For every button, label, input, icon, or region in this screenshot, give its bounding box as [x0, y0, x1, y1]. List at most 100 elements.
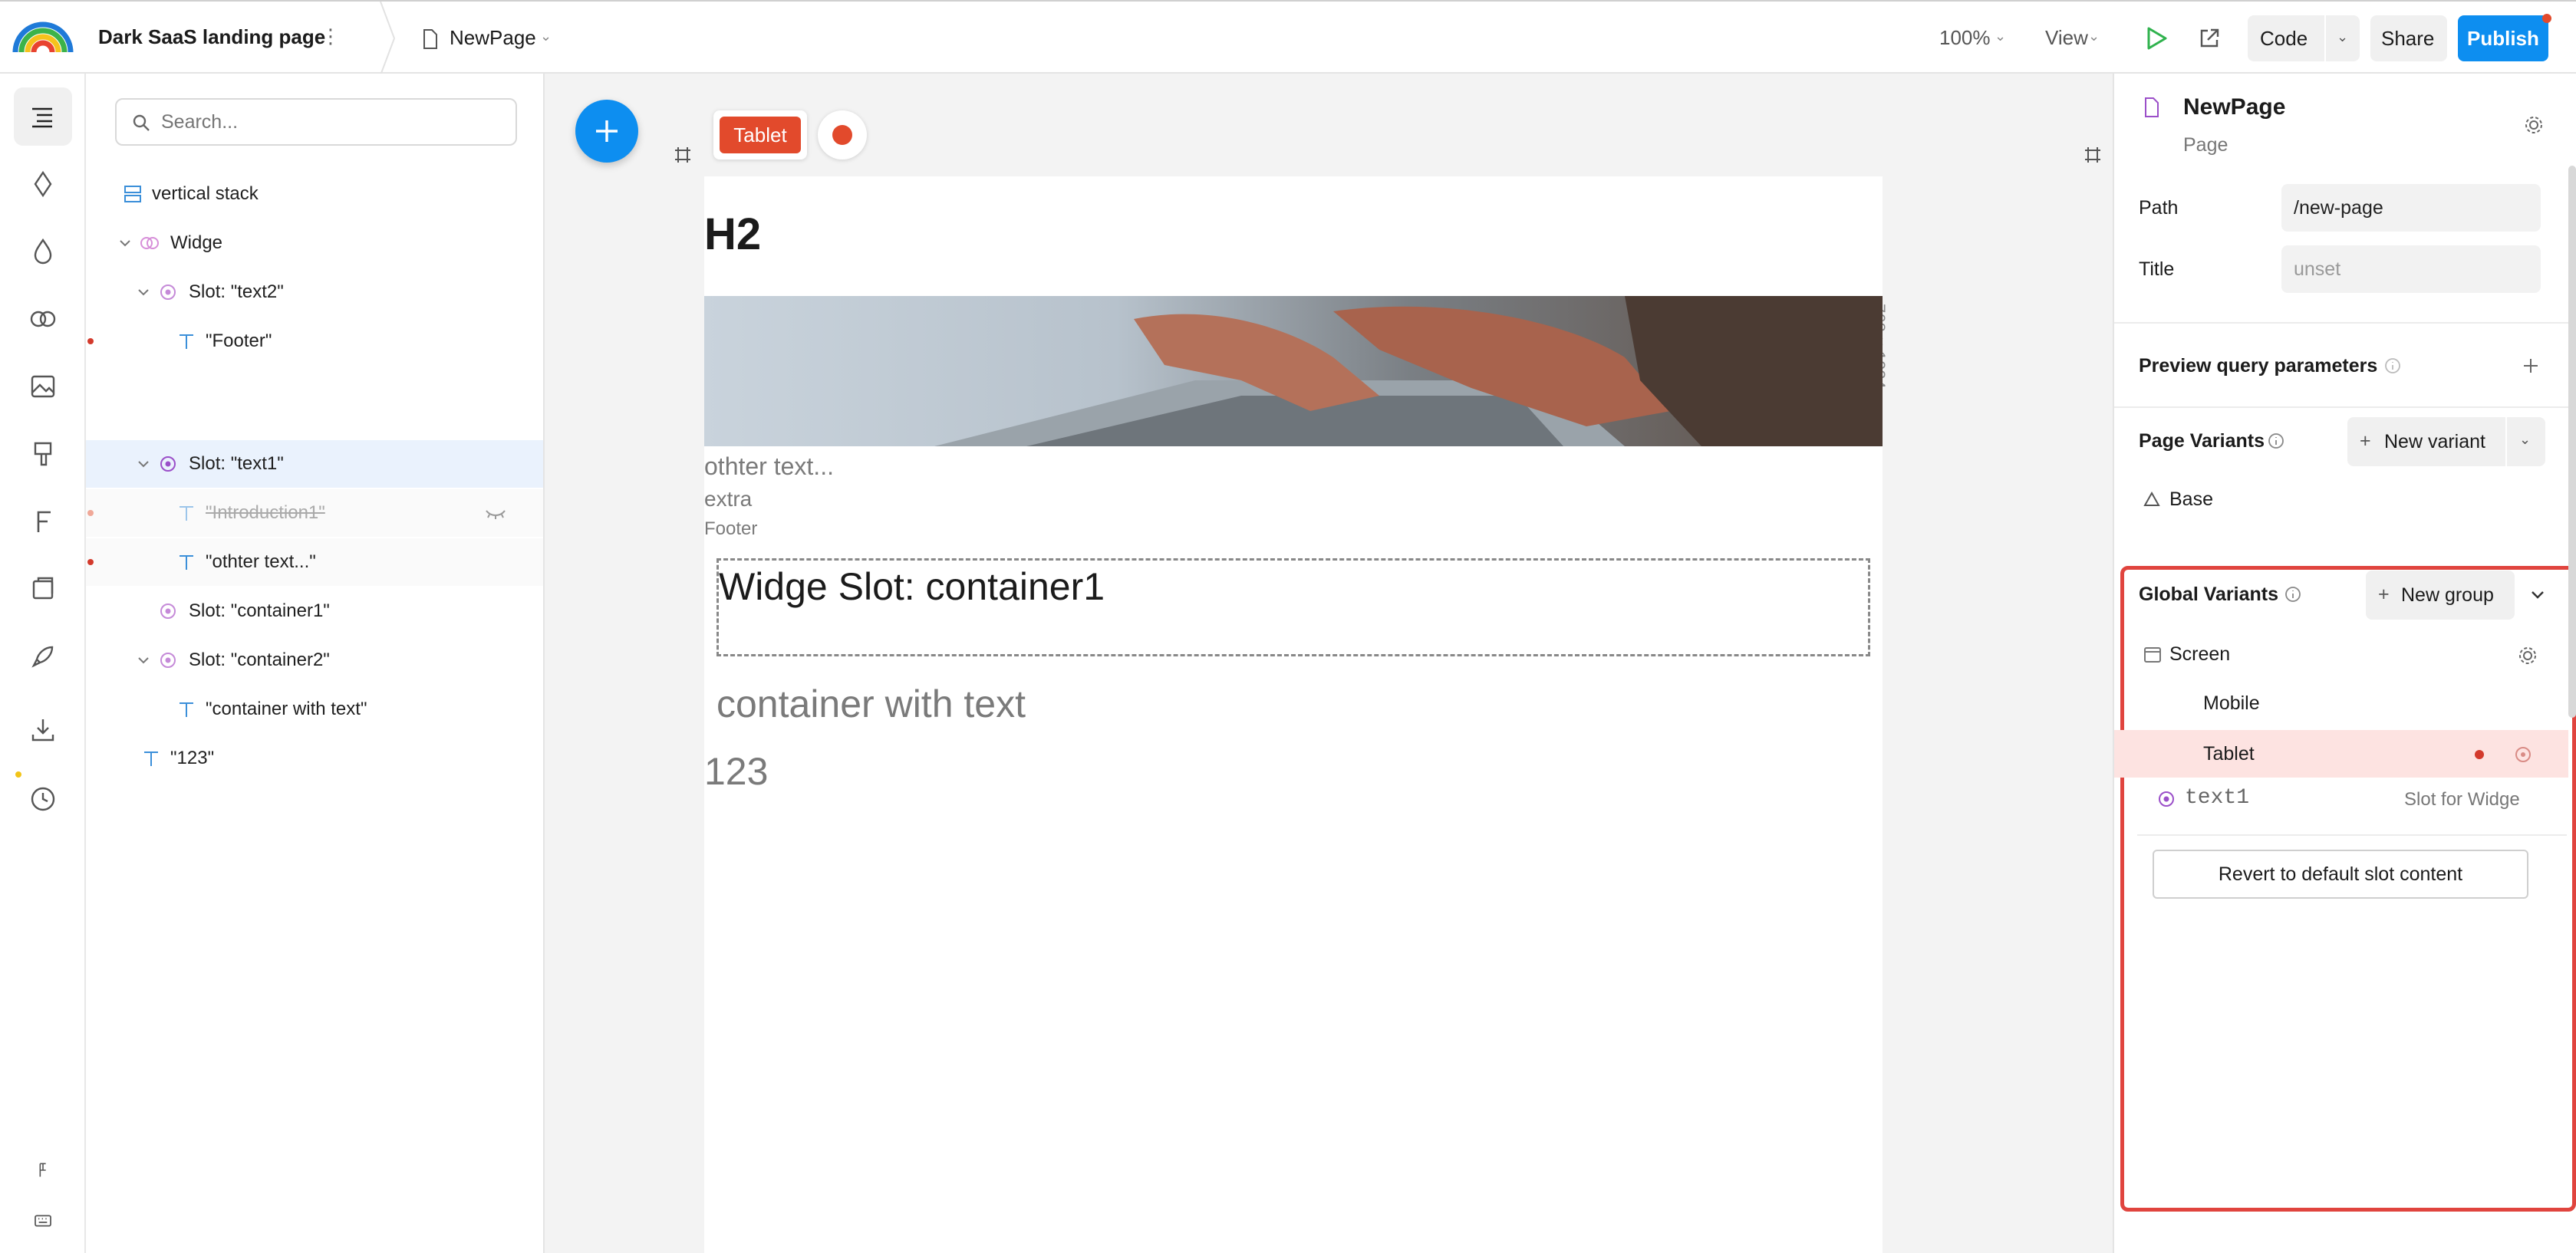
view-menu[interactable]: View: [2045, 26, 2088, 49]
insert-button[interactable]: [575, 100, 638, 163]
figma-icon[interactable]: [14, 1153, 72, 1187]
revert-slot-button[interactable]: Revert to default slot content: [2153, 850, 2528, 899]
code-dropdown-button[interactable]: ⌄: [2326, 15, 2360, 61]
eye-icon[interactable]: [2513, 745, 2533, 764]
plus-icon: +: [2378, 584, 2390, 605]
chevron-down-icon: ⌄: [2519, 432, 2532, 447]
zoom-chevron-icon[interactable]: ⌄: [1995, 25, 2006, 48]
info-icon[interactable]: [2284, 586, 2301, 603]
tree-item-label: vertical stack: [152, 183, 259, 204]
tree-item-slot-text2[interactable]: Slot: "text2": [86, 268, 543, 316]
play-icon[interactable]: [2145, 26, 2168, 51]
eye-hidden-icon[interactable]: [485, 508, 506, 520]
tree-item-container-with-text[interactable]: "container with text": [86, 686, 543, 733]
share-button[interactable]: Share: [2370, 15, 2447, 61]
tablet-variant-badge[interactable]: Tablet: [720, 117, 801, 153]
title-input[interactable]: unset: [2281, 245, 2541, 293]
info-icon[interactable]: [2268, 432, 2284, 449]
info-icon[interactable]: [2384, 357, 2401, 374]
gear-icon[interactable]: [2524, 115, 2544, 135]
chevron-down-icon[interactable]: [135, 455, 152, 472]
tokens-drop-icon[interactable]: [14, 222, 72, 281]
zoom-selector[interactable]: 100%: [1939, 26, 1991, 49]
othter-text[interactable]: othter text...: [704, 451, 834, 482]
import-icon[interactable]: [14, 701, 72, 759]
components-icon[interactable]: [14, 155, 72, 213]
search-box[interactable]: [115, 98, 517, 146]
search-input[interactable]: [161, 107, 499, 136]
panel-scrollbar[interactable]: [2568, 166, 2576, 718]
tree-item-label: Widge: [170, 232, 223, 253]
chevron-down-icon[interactable]: ⌄: [540, 25, 552, 48]
new-variant-dropdown[interactable]: ⌄: [2507, 417, 2545, 466]
history-clock-icon[interactable]: [14, 770, 72, 828]
tree-item-123[interactable]: "123": [86, 735, 543, 782]
slot-container1-placeholder[interactable]: Widge Slot: container1: [716, 558, 1870, 656]
outline-icon[interactable]: [14, 87, 72, 146]
vertical-stack-icon: [124, 186, 141, 202]
page-name[interactable]: NewPage: [2183, 94, 2285, 121]
view-chevron-icon[interactable]: ⌄: [2088, 25, 2100, 48]
recording-dot-icon[interactable]: [2475, 750, 2484, 759]
title-label: Title: [2139, 258, 2175, 280]
tree-item-introduction1[interactable]: "Introduction1": [86, 489, 543, 537]
chevron-down-icon[interactable]: [135, 652, 152, 669]
tree-item-widge[interactable]: Widge: [86, 219, 543, 267]
chevron-down-icon[interactable]: [117, 235, 133, 252]
tree-item-othter-text[interactable]: "othter text...": [86, 538, 543, 586]
laptop-hands-image[interactable]: [704, 296, 1883, 446]
text-icon: [180, 702, 193, 717]
tablet-variant-label: Tablet: [2203, 743, 2255, 765]
tree-item-label: Slot: "text1": [189, 453, 284, 474]
extra-text[interactable]: extra: [704, 486, 752, 512]
page-variants-label: Page Variants: [2139, 430, 2265, 452]
tree-item-slot-text1[interactable]: Slot: "text1": [86, 440, 543, 488]
preview-query-label: Preview query parameters: [2139, 355, 2378, 377]
container-with-text[interactable]: container with text: [716, 681, 1026, 727]
divider: [2114, 406, 2576, 408]
publish-notification-dot: [2542, 14, 2551, 23]
page-selector[interactable]: NewPage: [450, 26, 536, 49]
artboard-handle-icon[interactable]: [674, 146, 692, 164]
code-button[interactable]: Code: [2248, 15, 2324, 61]
publish-button[interactable]: Publish: [2458, 14, 2551, 61]
slot-icon: [160, 603, 176, 619]
number-text[interactable]: 123: [704, 748, 768, 794]
screen-group-label[interactable]: Screen: [2169, 643, 2230, 666]
tree-item-slot-container1[interactable]: Slot: "container1": [86, 587, 543, 635]
new-variant-button[interactable]: + New variant: [2347, 417, 2505, 466]
artboard-handle-icon[interactable]: [2084, 146, 2102, 164]
tree-item-label: "othter text...": [206, 551, 316, 572]
keyboard-icon[interactable]: [14, 1204, 72, 1238]
images-icon[interactable]: [14, 357, 72, 416]
collapse-chevron-icon[interactable]: [2528, 586, 2547, 604]
tree-item-footer[interactable]: "Footer": [86, 317, 543, 365]
fonts-icon[interactable]: [14, 492, 72, 551]
pages-icon[interactable]: [14, 560, 72, 618]
heading-h2[interactable]: H2: [704, 210, 761, 259]
tree-item-vertical-stack[interactable]: vertical stack: [86, 170, 543, 218]
mixins-icon[interactable]: [14, 290, 72, 348]
project-menu-icon[interactable]: ⋮: [321, 25, 341, 48]
open-external-icon[interactable]: [2199, 28, 2220, 49]
record-button[interactable]: [818, 110, 867, 160]
tree-item-slot-container2[interactable]: Slot: "container2": [86, 636, 543, 684]
themes-icon[interactable]: [14, 425, 72, 483]
global-variants-label: Global Variants: [2139, 584, 2279, 605]
tree-item-label: "123": [170, 748, 215, 768]
screen-group-icon: [2144, 647, 2161, 663]
new-group-button[interactable]: + New group: [2366, 571, 2515, 620]
chevron-down-icon[interactable]: [135, 284, 152, 301]
base-variant-label[interactable]: Base: [2169, 488, 2213, 511]
tablet-variant-row[interactable]: Tablet: [2114, 730, 2568, 778]
footer-text[interactable]: Footer: [704, 518, 757, 540]
rocket-icon[interactable]: [14, 627, 72, 686]
gear-icon[interactable]: [2518, 646, 2538, 666]
top-bar: Dark SaaS landing page ⋮ NewPage ⌄ 100% …: [0, 0, 2576, 75]
rainbow-logo-icon[interactable]: [12, 18, 74, 54]
add-query-param-icon[interactable]: [2521, 356, 2541, 376]
project-title[interactable]: Dark SaaS landing page: [98, 25, 325, 48]
mobile-variant[interactable]: Mobile: [2203, 692, 2260, 715]
tablet-artboard[interactable]: H2 othter text... extra Footer Widge Slo…: [704, 176, 1883, 1253]
path-input[interactable]: /new-page: [2281, 184, 2541, 232]
